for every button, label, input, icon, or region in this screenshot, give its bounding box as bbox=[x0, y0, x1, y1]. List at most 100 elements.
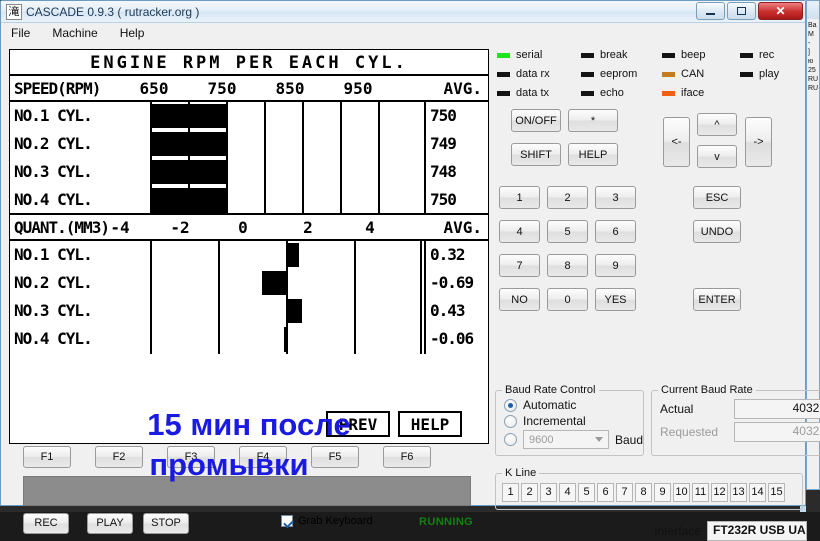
key-enter[interactable]: ENTER bbox=[693, 288, 741, 311]
key-1[interactable]: 1 bbox=[499, 186, 540, 209]
radio-incremental-label: Incremental bbox=[523, 414, 586, 428]
key-9[interactable]: 9 bbox=[595, 254, 636, 277]
fkey-f3[interactable]: F3 bbox=[167, 446, 215, 468]
quant-avg-value: -0.69 bbox=[430, 273, 474, 292]
k-line-cell[interactable]: 3 bbox=[540, 483, 557, 502]
radio-icon[interactable] bbox=[504, 433, 517, 446]
led-dot-icon bbox=[662, 52, 675, 58]
keypad: ON/OFF * SHIFT HELP 1 2 3 4 5 6 7 8 9 NO… bbox=[493, 109, 807, 379]
transport-bar: REC PLAY STOP Grab Keyboard RUNNING bbox=[9, 513, 489, 539]
rpm-row-label: NO.4 CYL. bbox=[14, 190, 93, 209]
led-dot-icon bbox=[497, 90, 510, 96]
led-can: CAN bbox=[662, 68, 704, 80]
chevron-down-icon[interactable] bbox=[595, 437, 603, 442]
key-6[interactable]: 6 bbox=[595, 220, 636, 243]
key-esc[interactable]: ESC bbox=[693, 186, 741, 209]
k-line-cell[interactable]: 13 bbox=[730, 483, 747, 502]
softkey-prev[interactable]: PREV bbox=[326, 411, 390, 437]
menu-item-file[interactable]: File bbox=[11, 26, 30, 40]
k-line-cell[interactable]: 11 bbox=[692, 483, 709, 502]
key-7[interactable]: 7 bbox=[499, 254, 540, 277]
quant-tick-4: 4 bbox=[365, 218, 375, 237]
key-shift[interactable]: SHIFT bbox=[511, 143, 561, 166]
window-body: ENGINE RPM PER EACH CYL. SPEED(RPM) 650 … bbox=[1, 43, 820, 541]
baud-select[interactable]: 9600 bbox=[523, 430, 609, 449]
led-dot-icon bbox=[497, 71, 510, 77]
key-left-arrow[interactable]: <- bbox=[663, 117, 690, 167]
rpm-chart: NO.1 CYL. NO.2 CYL. NO.3 CYL. NO.4 CYL. … bbox=[10, 102, 488, 215]
radio-icon[interactable] bbox=[504, 398, 517, 412]
progress-bar bbox=[23, 476, 471, 506]
k-line-cell[interactable]: 6 bbox=[597, 483, 614, 502]
quant-avg-value: -0.06 bbox=[430, 329, 474, 348]
play-button[interactable]: PLAY bbox=[87, 513, 133, 534]
k-line-cell[interactable]: 2 bbox=[521, 483, 538, 502]
k-line-cell[interactable]: 8 bbox=[635, 483, 652, 502]
key-help[interactable]: HELP bbox=[568, 143, 618, 166]
k-line-cell[interactable]: 7 bbox=[616, 483, 633, 502]
led-dot-icon bbox=[581, 90, 594, 96]
table-row: NO.4 CYL. bbox=[10, 186, 488, 214]
table-row: NO.1 CYL. bbox=[10, 102, 488, 130]
led-dot-icon bbox=[497, 52, 510, 58]
app-icon: 滝 bbox=[6, 3, 22, 20]
fkey-f5[interactable]: F5 bbox=[311, 446, 359, 468]
lcd-display[interactable]: ENGINE RPM PER EACH CYL. SPEED(RPM) 650 … bbox=[9, 49, 489, 444]
k-line-cell[interactable]: 10 bbox=[673, 483, 690, 502]
k-line-cell[interactable]: 14 bbox=[749, 483, 766, 502]
minimize-button[interactable] bbox=[696, 2, 725, 20]
key-right-arrow[interactable]: -> bbox=[745, 117, 772, 167]
k-line-cell[interactable]: 15 bbox=[768, 483, 785, 502]
stop-button[interactable]: STOP bbox=[143, 513, 189, 534]
fkey-f4[interactable]: F4 bbox=[239, 446, 287, 468]
title-bar[interactable]: 滝 CASCADE 0.9.3 ( rutracker.org ) ✕ bbox=[1, 1, 805, 23]
key-yes[interactable]: YES bbox=[595, 288, 636, 311]
rec-button[interactable]: REC bbox=[23, 513, 69, 534]
table-row: NO.3 CYL. bbox=[10, 297, 488, 325]
fkey-f6[interactable]: F6 bbox=[383, 446, 431, 468]
led-eeprom: eeprom bbox=[581, 68, 637, 80]
k-line-group: K Line 1 2 3 4 5 6 7 8 9 10 11 12 13 14 … bbox=[495, 467, 803, 510]
window-title: CASCADE 0.9.3 ( rutracker.org ) bbox=[26, 4, 200, 19]
k-line-cell[interactable]: 9 bbox=[654, 483, 671, 502]
baud-select-value: 9600 bbox=[529, 433, 554, 446]
key-no[interactable]: NO bbox=[499, 288, 540, 311]
key-star[interactable]: * bbox=[568, 109, 618, 132]
menu-item-machine[interactable]: Machine bbox=[52, 26, 97, 40]
baud-rate-control-legend: Baud Rate Control bbox=[505, 384, 596, 396]
maximize-button[interactable] bbox=[727, 2, 756, 20]
k-line-cell[interactable]: 5 bbox=[578, 483, 595, 502]
key-undo[interactable]: UNDO bbox=[693, 220, 741, 243]
key-5[interactable]: 5 bbox=[547, 220, 588, 243]
bg-line: 25 bbox=[808, 67, 816, 74]
key-2[interactable]: 2 bbox=[547, 186, 588, 209]
grab-keyboard-checkbox[interactable]: Grab Keyboard bbox=[281, 515, 373, 527]
k-line-cell[interactable]: 1 bbox=[502, 483, 519, 502]
k-line-cell[interactable]: 12 bbox=[711, 483, 728, 502]
checkbox-icon[interactable] bbox=[281, 515, 293, 527]
radio-manual-baud[interactable]: 9600 Baud bbox=[504, 430, 643, 449]
key-8[interactable]: 8 bbox=[547, 254, 588, 277]
softkey-help[interactable]: HELP bbox=[398, 411, 462, 437]
key-4[interactable]: 4 bbox=[499, 220, 540, 243]
requested-baud-row: Requested 40322 bbox=[660, 422, 820, 442]
fkey-f1[interactable]: F1 bbox=[23, 446, 71, 468]
led-dot-icon bbox=[740, 71, 753, 77]
fkey-f2[interactable]: F2 bbox=[95, 446, 143, 468]
close-icon[interactable]: ✕ bbox=[758, 2, 803, 20]
key-down-arrow[interactable]: v bbox=[697, 145, 737, 168]
rpm-avg-column: 750 749 748 750 bbox=[424, 102, 490, 213]
k-line-cell[interactable]: 4 bbox=[559, 483, 576, 502]
quant-row-label: NO.2 CYL. bbox=[14, 273, 93, 292]
quant-avg-value: 0.43 bbox=[430, 301, 466, 320]
menu-item-help[interactable]: Help bbox=[120, 26, 145, 40]
key-up-arrow[interactable]: ^ bbox=[697, 113, 737, 136]
key-3[interactable]: 3 bbox=[595, 186, 636, 209]
interface-value: FT232R USB UAR bbox=[707, 521, 807, 541]
quant-avg-header: AVG. bbox=[443, 218, 482, 237]
radio-automatic[interactable]: Automatic bbox=[504, 398, 643, 412]
key-onoff[interactable]: ON/OFF bbox=[511, 109, 561, 132]
radio-incremental[interactable]: Incremental bbox=[504, 414, 643, 428]
key-0[interactable]: 0 bbox=[547, 288, 588, 311]
radio-icon[interactable] bbox=[504, 414, 517, 428]
